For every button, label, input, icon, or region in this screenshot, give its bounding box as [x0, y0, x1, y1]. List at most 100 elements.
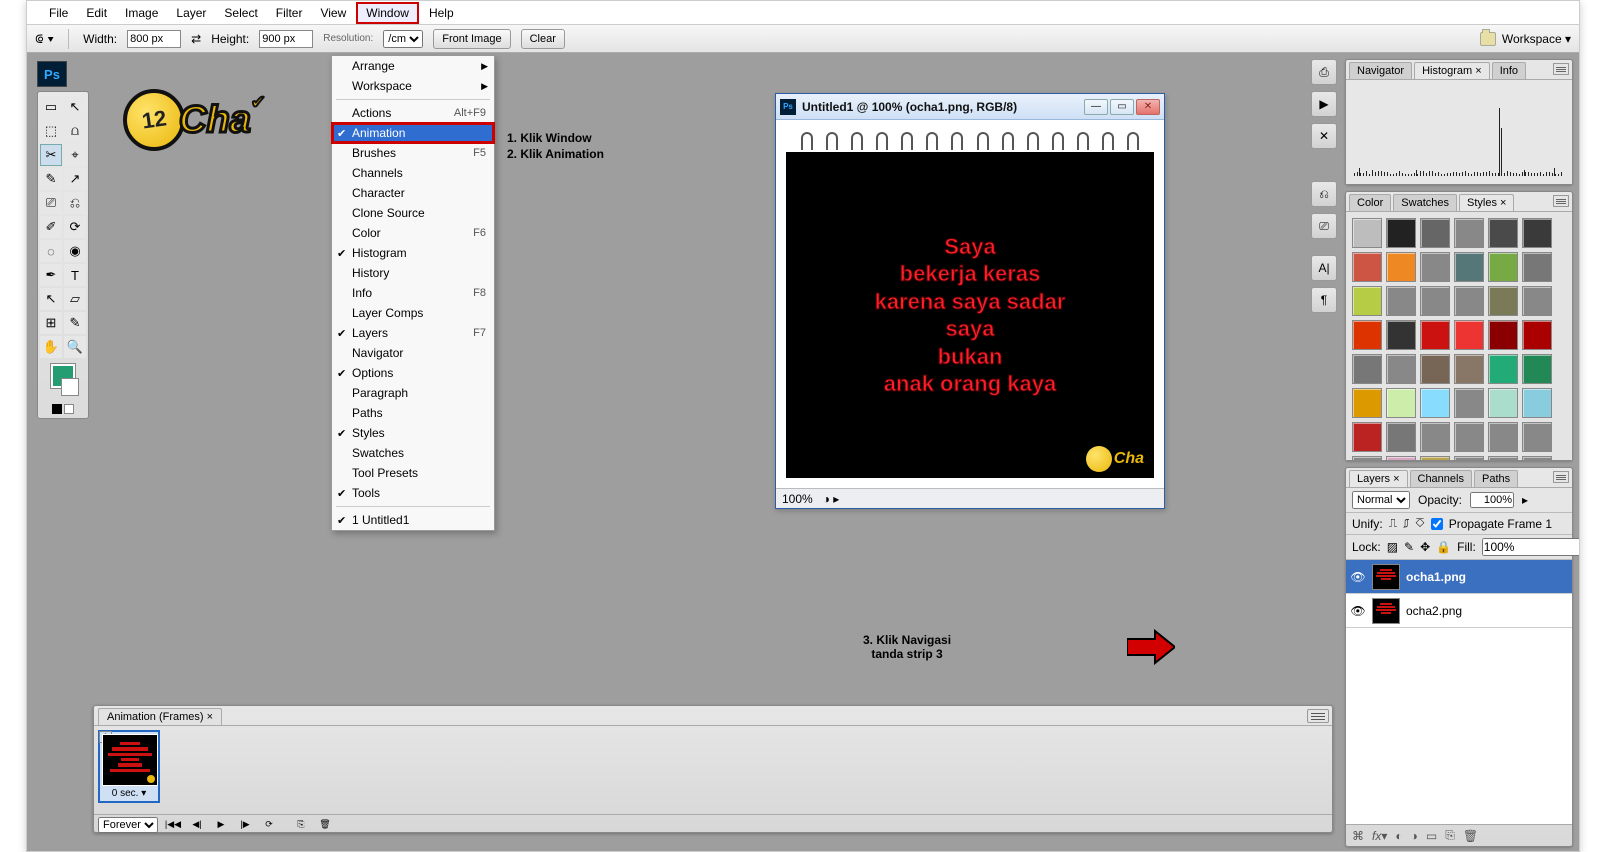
window-menu-swatches[interactable]: Swatches	[332, 443, 494, 463]
unit-select[interactable]: /cm	[383, 30, 423, 48]
doc-info-icon[interactable]: ◑ ▸	[823, 492, 840, 506]
tool-button[interactable]: ▱	[64, 288, 86, 310]
tool-button[interactable]: ↖	[40, 288, 62, 310]
window-menu-options[interactable]: ✔Options	[332, 363, 494, 383]
menu-layer[interactable]: Layer	[168, 4, 214, 22]
style-swatch[interactable]	[1386, 354, 1416, 384]
window-menu-info[interactable]: InfoF8	[332, 283, 494, 303]
style-swatch[interactable]	[1420, 218, 1450, 248]
opacity-input[interactable]	[1470, 492, 1514, 508]
panel-menu-icon[interactable]	[1553, 471, 1569, 483]
unify-icon[interactable]: ⎏	[1415, 516, 1424, 531]
style-swatch[interactable]	[1522, 252, 1552, 282]
dock-icon-6[interactable]: A|	[1311, 255, 1337, 281]
style-swatch[interactable]	[1454, 354, 1484, 384]
tool-button[interactable]: ✒	[40, 264, 62, 286]
visibility-icon[interactable]: 👁	[1350, 604, 1366, 618]
window-menu-histogram[interactable]: ✔Histogram	[332, 243, 494, 263]
adjustment-layer-icon[interactable]: ◑	[1411, 829, 1418, 843]
link-layers-icon[interactable]: ⌘	[1352, 829, 1364, 843]
menu-window[interactable]: Window	[356, 2, 419, 24]
swap-icon[interactable]: ⇄	[191, 32, 201, 46]
frame-duration[interactable]: 0 sec. ▾	[102, 788, 156, 799]
histogram-tab[interactable]: Histogram ×	[1414, 62, 1490, 79]
style-swatch[interactable]	[1522, 354, 1552, 384]
blend-mode-select[interactable]: Normal	[1352, 491, 1410, 509]
tool-button[interactable]: ✎	[40, 168, 62, 190]
style-swatch[interactable]	[1454, 422, 1484, 452]
dock-icon-1[interactable]: ⎙	[1311, 59, 1337, 85]
style-swatch[interactable]	[1386, 286, 1416, 316]
style-swatch[interactable]	[1420, 252, 1450, 282]
tool-button[interactable]: ◌	[40, 240, 62, 262]
window-menu-tools[interactable]: ✔Tools	[332, 483, 494, 503]
style-swatch[interactable]	[1488, 354, 1518, 384]
menu-image[interactable]: Image	[117, 4, 166, 22]
menu-edit[interactable]: Edit	[78, 4, 115, 22]
window-menu-layer-comps[interactable]: Layer Comps	[332, 303, 494, 323]
channels-tab[interactable]: Channels	[1410, 470, 1472, 487]
style-swatch[interactable]	[1420, 456, 1450, 460]
close-button[interactable]: ✕	[1136, 99, 1160, 115]
tool-button[interactable]: ▭	[40, 96, 62, 118]
window-menu-history[interactable]: History	[332, 263, 494, 283]
layer-row[interactable]: 👁ocha2.png	[1346, 594, 1572, 628]
new-layer-icon[interactable]: ⎘	[1445, 828, 1455, 843]
window-menu-clone-source[interactable]: Clone Source	[332, 203, 494, 223]
style-swatch[interactable]	[1488, 286, 1518, 316]
tool-button[interactable]: ⬚	[40, 120, 62, 142]
tool-button[interactable]: ⟳	[64, 216, 86, 238]
style-swatch[interactable]	[1352, 456, 1382, 460]
panel-menu-icon[interactable]	[1553, 63, 1569, 75]
style-swatch[interactable]	[1386, 422, 1416, 452]
unify-icon[interactable]: ⎍	[1389, 516, 1397, 531]
window-menu-color[interactable]: ColorF6	[332, 223, 494, 243]
first-frame-button[interactable]: |◀◀	[164, 818, 182, 832]
info-tab[interactable]: Info	[1492, 62, 1526, 79]
style-swatch[interactable]	[1352, 218, 1382, 248]
play-button[interactable]: ▶	[212, 818, 230, 832]
layers-tab[interactable]: Layers ×	[1349, 470, 1408, 487]
window-menu-workspace[interactable]: Workspace▶	[332, 76, 494, 96]
menu-view[interactable]: View	[312, 4, 354, 22]
style-swatch[interactable]	[1488, 252, 1518, 282]
tool-button[interactable]: ⩍	[64, 120, 86, 142]
window-menu-character[interactable]: Character	[332, 183, 494, 203]
style-swatch[interactable]	[1454, 252, 1484, 282]
style-swatch[interactable]	[1420, 320, 1450, 350]
window-menu-paths[interactable]: Paths	[332, 403, 494, 423]
propagate-checkbox[interactable]	[1431, 518, 1443, 530]
style-swatch[interactable]	[1420, 422, 1450, 452]
dock-icon-3[interactable]: ✕	[1311, 123, 1337, 149]
style-swatch[interactable]	[1488, 422, 1518, 452]
dock-icon-4[interactable]: ⎌	[1311, 181, 1337, 207]
tool-button[interactable]: ⊞	[40, 312, 62, 334]
style-swatch[interactable]	[1352, 252, 1382, 282]
style-swatch[interactable]	[1386, 252, 1416, 282]
style-swatch[interactable]	[1352, 354, 1382, 384]
window-menu-channels[interactable]: Channels	[332, 163, 494, 183]
next-frame-button[interactable]: |▶	[236, 818, 254, 832]
style-swatch[interactable]	[1386, 456, 1416, 460]
tool-button[interactable]: ✋	[40, 336, 62, 358]
menu-select[interactable]: Select	[216, 4, 265, 22]
tool-button[interactable]: ◉	[64, 240, 86, 262]
window-menu-1-untitled1[interactable]: ✔1 Untitled1	[332, 510, 494, 530]
tool-button[interactable]: ↖	[64, 96, 86, 118]
menu-file[interactable]: File	[41, 4, 76, 22]
style-swatch[interactable]	[1454, 320, 1484, 350]
navigator-tab[interactable]: Navigator	[1349, 62, 1412, 79]
window-menu-tool-presets[interactable]: Tool Presets	[332, 463, 494, 483]
layer-row[interactable]: 👁ocha1.png	[1346, 560, 1572, 594]
delete-layer-icon[interactable]: 🗑	[1463, 829, 1478, 843]
style-swatch[interactable]	[1352, 388, 1382, 418]
style-swatch[interactable]	[1522, 218, 1552, 248]
group-icon[interactable]: ▭	[1426, 829, 1437, 843]
tween-button[interactable]: ⟳	[260, 818, 278, 832]
style-swatch[interactable]	[1522, 456, 1552, 460]
clear-button[interactable]: Clear	[521, 29, 565, 49]
dock-icon-2[interactable]: ▶	[1311, 91, 1337, 117]
style-swatch[interactable]	[1454, 218, 1484, 248]
tool-button[interactable]: ⌖	[64, 144, 86, 166]
tool-button[interactable]: ⎌	[64, 192, 86, 214]
